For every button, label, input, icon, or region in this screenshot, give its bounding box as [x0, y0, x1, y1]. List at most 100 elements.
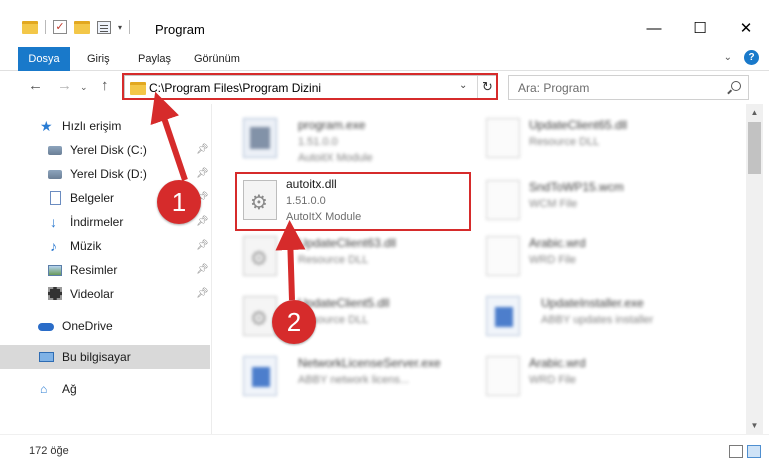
vertical-scrollbar[interactable]: ▲ ▼	[746, 104, 763, 434]
page-icon	[486, 356, 520, 396]
help-icon[interactable]: ?	[744, 50, 759, 65]
file-name: UpdateClient65.dll	[529, 118, 628, 132]
window-title: Program	[155, 22, 205, 37]
pin-icon[interactable]: 📌︎	[196, 282, 209, 306]
file-detail: Resource DLL	[298, 254, 369, 266]
folder-icon[interactable]	[22, 20, 38, 34]
file-name: SndToWP15.wcm	[529, 180, 624, 194]
pin-icon[interactable]: 📌︎	[196, 234, 209, 258]
documents-icon	[50, 191, 61, 205]
search-icon	[731, 81, 741, 91]
pictures-icon	[48, 265, 62, 276]
sidebar-item-quick-access[interactable]: ★ Hızlı erişim	[0, 114, 210, 138]
sidebar-item-label: Yerel Disk (D:)	[70, 167, 147, 181]
file-item[interactable]: UpdateClient65.dll Resource DLL	[481, 110, 721, 170]
sidebar-item-label: OneDrive	[62, 319, 113, 333]
view-toggle	[729, 445, 761, 458]
pin-icon[interactable]: 📌︎	[196, 162, 209, 186]
file-name: Arabic.wrd	[529, 236, 586, 250]
sidebar-item-music[interactable]: ♪ Müzik 📌︎	[0, 234, 210, 258]
file-item[interactable]: program.exe 1.51.0.0 AutoitX Module	[238, 110, 478, 170]
file-name: program.exe	[298, 118, 366, 132]
scroll-up-icon[interactable]: ▲	[746, 104, 763, 121]
file-item[interactable]: NetworkLicenseServer.exe ABBY network li…	[238, 348, 478, 408]
computer-icon	[39, 352, 54, 362]
sidebar-item-label: Müzik	[70, 239, 102, 253]
drive-icon	[48, 146, 62, 155]
file-detail: WCM File	[529, 198, 578, 210]
item-count: 172 öğe	[29, 445, 69, 457]
ribbon-tabs: Dosya Giriş Paylaş Görünüm ⌄ ?	[0, 44, 769, 71]
dll-gear-icon	[243, 236, 277, 276]
toolbar-divider	[129, 20, 131, 34]
tiles-view-icon[interactable]	[747, 445, 761, 458]
file-item[interactable]: SndToWP15.wcm WCM File	[481, 172, 721, 232]
sidebar-item-local-disk-c[interactable]: Yerel Disk (C:) 📌︎	[0, 138, 210, 162]
pin-icon[interactable]: 📌︎	[196, 258, 209, 282]
maximize-button[interactable]: ☐	[677, 14, 723, 44]
file-detail: WRD File	[529, 374, 577, 386]
blue-app-icon	[243, 356, 277, 396]
music-icon: ♪	[50, 238, 57, 254]
back-arrow-icon[interactable]: ←	[28, 77, 43, 94]
file-name: UpdateClient63.dll	[298, 236, 397, 250]
blue-app-icon	[486, 296, 520, 336]
scroll-thumb[interactable]	[748, 122, 761, 174]
title-bar: ✓ ▾ Program — ☐ ✕	[0, 0, 769, 44]
properties-icon[interactable]	[97, 20, 111, 34]
recent-dropdown-icon[interactable]: ⌄	[80, 82, 88, 93]
sidebar-item-label: Videolar	[70, 287, 114, 301]
tab-home[interactable]: Giriş	[87, 48, 110, 70]
file-detail: Resource DLL	[529, 136, 600, 148]
file-detail: ABBY network licens...	[298, 374, 410, 386]
search-input[interactable]: Ara: Program	[518, 81, 589, 95]
file-detail: AutoitX Module	[298, 152, 373, 164]
close-button[interactable]: ✕	[723, 14, 769, 44]
file-name: Arabic.wrd	[529, 356, 586, 370]
page-icon	[486, 118, 520, 158]
file-detail: WRD File	[529, 254, 577, 266]
navigation-pane: ★ Hızlı erişim Yerel Disk (C:) 📌︎ Yerel …	[0, 104, 212, 434]
minimize-button[interactable]: —	[631, 14, 677, 44]
customize-toolbar-icon[interactable]: ▾	[118, 23, 122, 32]
page-icon	[486, 180, 520, 220]
sidebar-item-videos[interactable]: Videolar 📌︎	[0, 282, 210, 306]
sidebar-item-this-pc[interactable]: Bu bilgisayar	[0, 345, 210, 369]
tab-file[interactable]: Dosya	[18, 47, 70, 71]
properties-check-icon[interactable]: ✓	[53, 20, 67, 34]
videos-icon	[48, 287, 62, 300]
file-list: program.exe 1.51.0.0 AutoitX Module Upda…	[213, 104, 746, 434]
forward-arrow-icon[interactable]: →	[57, 77, 72, 94]
up-arrow-icon[interactable]: ↑	[101, 77, 109, 94]
tab-share[interactable]: Paylaş	[138, 48, 171, 70]
sidebar-item-label: Ağ	[62, 382, 77, 396]
file-item[interactable]: UpdateClient63.dll Resource DLL	[238, 228, 478, 288]
new-folder-icon[interactable]	[74, 20, 90, 34]
sidebar-item-network[interactable]: ⌂ Ağ	[0, 377, 210, 401]
sidebar-item-label: Resimler	[70, 263, 118, 277]
scroll-down-icon[interactable]: ▼	[746, 417, 763, 434]
file-name: UpdateInstaller.exe	[541, 296, 644, 310]
autoitx-highlight	[235, 172, 471, 231]
file-item[interactable]: UpdateInstaller.exe ABBY updates install…	[481, 288, 721, 348]
file-item[interactable]: Arabic.wrd WRD File	[481, 228, 721, 288]
drive-icon	[48, 170, 62, 179]
sidebar-item-pictures[interactable]: Resimler 📌︎	[0, 258, 210, 282]
file-item[interactable]: Arabic.wrd WRD File	[481, 348, 721, 408]
search-box[interactable]: Ara: Program	[508, 75, 749, 100]
pin-icon[interactable]: 📌︎	[196, 138, 209, 162]
exe-icon	[243, 118, 277, 158]
details-view-icon[interactable]	[729, 445, 743, 458]
sidebar-item-label: İndirmeler	[70, 215, 124, 229]
pin-icon[interactable]: 📌︎	[196, 210, 209, 234]
downloads-icon: ↓	[50, 214, 57, 230]
onedrive-icon	[38, 323, 54, 331]
sidebar-item-onedrive[interactable]: OneDrive	[0, 314, 210, 338]
network-icon: ⌂	[40, 382, 48, 396]
status-bar: 172 öğe	[0, 434, 769, 469]
chevron-down-icon[interactable]: ⌄	[724, 52, 732, 63]
page-icon	[486, 236, 520, 276]
sidebar-item-label: Belgeler	[70, 191, 115, 205]
sidebar-item-label: Yerel Disk (C:)	[70, 143, 147, 157]
tab-view[interactable]: Görünüm	[194, 48, 240, 70]
